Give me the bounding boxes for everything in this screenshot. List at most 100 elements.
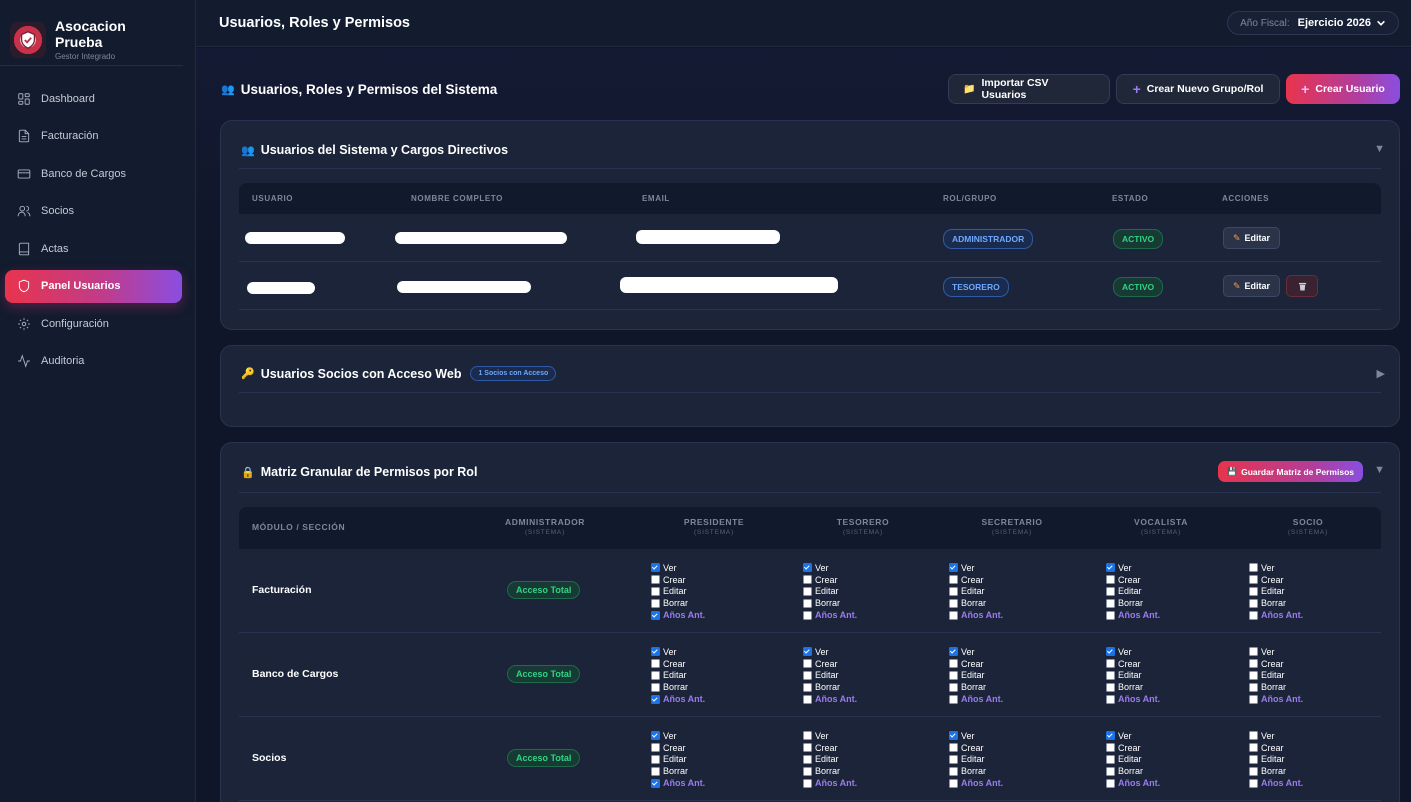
permission-checkbox[interactable]: Años Ant. — [1249, 609, 1303, 621]
create-user-button[interactable]: + Crear Usuario — [1286, 74, 1400, 104]
permission-checkbox[interactable]: Editar — [949, 754, 1003, 766]
checkbox-unchecked[interactable] — [1106, 694, 1115, 704]
checkbox-unchecked[interactable] — [651, 586, 660, 596]
import-csv-button[interactable]: 📁 Importar CSV Usuarios — [948, 74, 1110, 104]
sidebar-item-panel-usuarios[interactable]: Panel Usuarios — [5, 269, 182, 303]
permission-checkbox[interactable]: Editar — [1106, 586, 1160, 598]
checkbox-checked[interactable] — [1106, 647, 1115, 657]
permission-checkbox[interactable]: Crear — [803, 658, 857, 670]
permission-checkbox[interactable]: Años Ant. — [1106, 609, 1160, 621]
permission-checkbox[interactable]: Ver — [949, 562, 1003, 574]
permission-checkbox[interactable]: Editar — [1249, 754, 1303, 766]
checkbox-checked[interactable] — [803, 563, 812, 573]
checkbox-checked[interactable] — [651, 694, 660, 704]
permission-checkbox[interactable]: Borrar — [651, 597, 705, 609]
permission-checkbox[interactable]: Años Ant. — [651, 777, 705, 789]
permission-checkbox[interactable]: Años Ant. — [1249, 693, 1303, 705]
checkbox-unchecked[interactable] — [651, 659, 660, 669]
permission-checkbox[interactable]: Años Ant. — [1249, 777, 1303, 789]
checkbox-checked[interactable] — [651, 647, 660, 657]
checkbox-unchecked[interactable] — [803, 659, 812, 669]
checkbox-unchecked[interactable] — [949, 586, 958, 596]
checkbox-unchecked[interactable] — [803, 682, 812, 692]
permission-checkbox[interactable]: Crear — [803, 742, 857, 754]
checkbox-checked[interactable] — [651, 610, 660, 620]
permission-checkbox[interactable]: Borrar — [1106, 765, 1160, 777]
permission-checkbox[interactable]: Ver — [651, 562, 705, 574]
sidebar-item-facturacion[interactable]: Facturación — [5, 120, 182, 153]
permission-checkbox[interactable]: Borrar — [1106, 681, 1160, 693]
checkbox-unchecked[interactable] — [1249, 586, 1258, 596]
checkbox-unchecked[interactable] — [803, 766, 812, 776]
permission-checkbox[interactable]: Crear — [1106, 742, 1160, 754]
checkbox-checked[interactable] — [1106, 731, 1115, 741]
permission-checkbox[interactable]: Ver — [1106, 730, 1160, 742]
checkbox-unchecked[interactable] — [949, 694, 958, 704]
save-matrix-button[interactable]: 💾 Guardar Matriz de Permisos — [1218, 461, 1363, 482]
checkbox-unchecked[interactable] — [1249, 754, 1258, 764]
checkbox-checked[interactable] — [949, 647, 958, 657]
permission-checkbox[interactable]: Ver — [651, 646, 705, 658]
checkbox-checked[interactable] — [1106, 563, 1115, 573]
permission-checkbox[interactable]: Años Ant. — [651, 693, 705, 705]
checkbox-unchecked[interactable] — [1106, 598, 1115, 608]
checkbox-unchecked[interactable] — [651, 670, 660, 680]
checkbox-unchecked[interactable] — [1249, 647, 1258, 657]
permission-checkbox[interactable]: Crear — [949, 574, 1003, 586]
checkbox-unchecked[interactable] — [949, 766, 958, 776]
checkbox-unchecked[interactable] — [949, 598, 958, 608]
permission-checkbox[interactable]: Editar — [1106, 670, 1160, 682]
permission-checkbox[interactable]: Editar — [1106, 754, 1160, 766]
permission-checkbox[interactable]: Ver — [803, 562, 857, 574]
checkbox-unchecked[interactable] — [803, 598, 812, 608]
checkbox-unchecked[interactable] — [651, 575, 660, 585]
permission-checkbox[interactable]: Editar — [803, 586, 857, 598]
permission-checkbox[interactable]: Ver — [1106, 646, 1160, 658]
checkbox-unchecked[interactable] — [803, 778, 812, 788]
checkbox-unchecked[interactable] — [803, 586, 812, 596]
checkbox-unchecked[interactable] — [1249, 610, 1258, 620]
collapse-toggle-icon[interactable]: ▼ — [1374, 464, 1385, 476]
checkbox-unchecked[interactable] — [1249, 659, 1258, 669]
permission-checkbox[interactable]: Ver — [1249, 562, 1303, 574]
collapse-toggle-icon[interactable]: ▼ — [1374, 143, 1385, 155]
permission-checkbox[interactable]: Editar — [949, 586, 1003, 598]
checkbox-unchecked[interactable] — [803, 754, 812, 764]
permission-checkbox[interactable]: Años Ant. — [803, 693, 857, 705]
sidebar-item-banco-de-cargos[interactable]: Banco de Cargos — [5, 157, 182, 190]
checkbox-unchecked[interactable] — [1106, 743, 1115, 753]
checkbox-unchecked[interactable] — [1249, 731, 1258, 741]
permission-checkbox[interactable]: Borrar — [949, 681, 1003, 693]
checkbox-unchecked[interactable] — [803, 575, 812, 585]
sidebar-item-socios[interactable]: Socios — [5, 195, 182, 228]
checkbox-unchecked[interactable] — [949, 575, 958, 585]
permission-checkbox[interactable]: Editar — [803, 670, 857, 682]
permission-checkbox[interactable]: Editar — [651, 670, 705, 682]
checkbox-unchecked[interactable] — [1249, 766, 1258, 776]
sidebar-item-actas[interactable]: Actas — [5, 232, 182, 265]
sidebar-item-auditoria[interactable]: Auditoria — [5, 345, 182, 378]
expand-toggle-icon[interactable]: ▶ — [1377, 367, 1385, 380]
permission-checkbox[interactable]: Ver — [651, 730, 705, 742]
checkbox-unchecked[interactable] — [949, 778, 958, 788]
permission-checkbox[interactable]: Editar — [949, 670, 1003, 682]
permission-checkbox[interactable]: Crear — [1106, 658, 1160, 670]
checkbox-checked[interactable] — [651, 778, 660, 788]
permission-checkbox[interactable]: Ver — [1106, 562, 1160, 574]
permission-checkbox[interactable]: Editar — [651, 754, 705, 766]
checkbox-unchecked[interactable] — [1106, 778, 1115, 788]
checkbox-unchecked[interactable] — [1249, 598, 1258, 608]
permission-checkbox[interactable]: Borrar — [1249, 765, 1303, 777]
checkbox-unchecked[interactable] — [651, 598, 660, 608]
fiscal-year-selector[interactable]: Año Fiscal: Ejercicio 2026 — [1227, 11, 1399, 35]
checkbox-checked[interactable] — [949, 731, 958, 741]
permission-checkbox[interactable]: Crear — [651, 574, 705, 586]
permission-checkbox[interactable]: Crear — [651, 658, 705, 670]
permission-checkbox[interactable]: Borrar — [1249, 681, 1303, 693]
checkbox-unchecked[interactable] — [949, 659, 958, 669]
permission-checkbox[interactable]: Editar — [651, 586, 705, 598]
checkbox-unchecked[interactable] — [1106, 659, 1115, 669]
permission-checkbox[interactable]: Años Ant. — [651, 609, 705, 621]
permission-checkbox[interactable]: Ver — [1249, 730, 1303, 742]
permission-checkbox[interactable]: Crear — [1249, 658, 1303, 670]
